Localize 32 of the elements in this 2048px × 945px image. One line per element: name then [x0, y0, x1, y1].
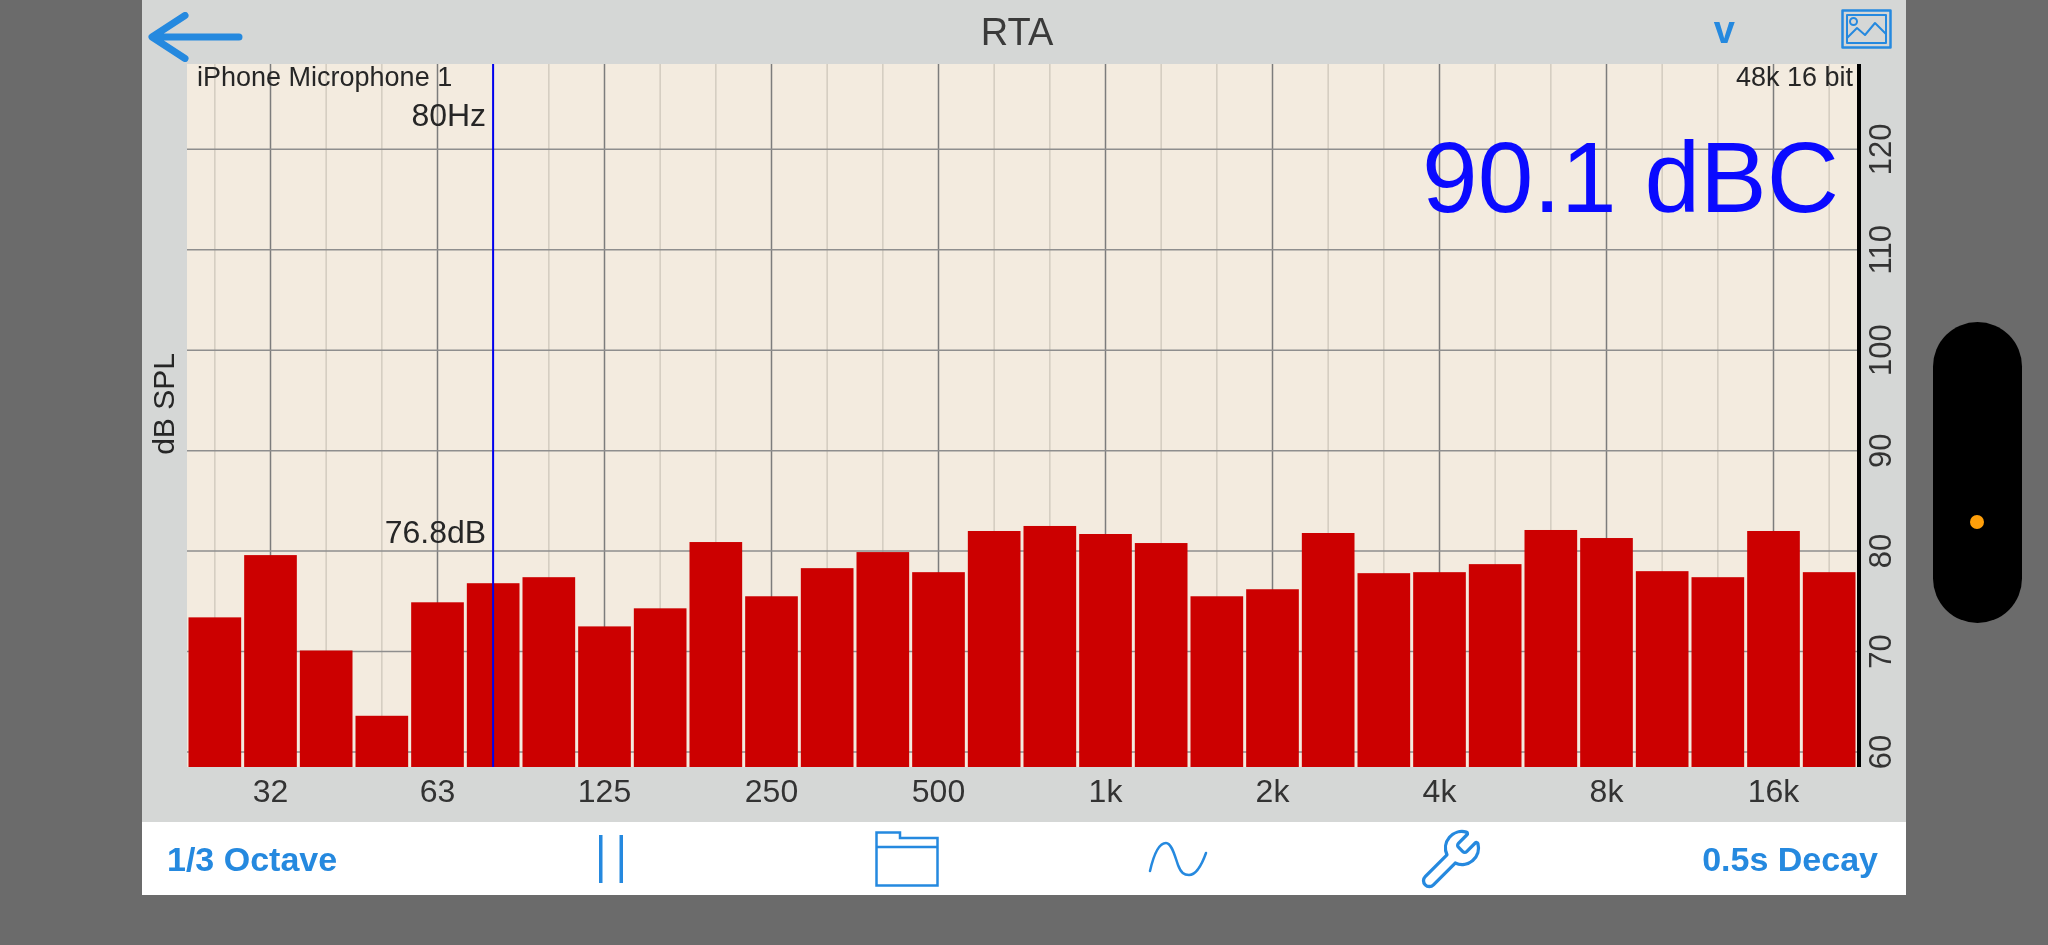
y-tick-label: 60 [1862, 734, 1898, 770]
x-tick-label: 63 [419, 773, 456, 809]
pause-icon [598, 834, 624, 883]
back-button[interactable] [147, 12, 243, 62]
x-tick-label: 4k [1422, 773, 1457, 809]
screen-title: RTA [980, 12, 1054, 51]
image-icon [1841, 8, 1892, 49]
y-tick-label: 80 [1862, 533, 1898, 569]
decay-button[interactable]: 0.5s Decay [1702, 841, 1878, 876]
x-tick-label: 16k [1747, 773, 1800, 809]
y-tick-label: 110 [1862, 225, 1898, 275]
x-tick-label: 8k [1589, 773, 1624, 809]
x-tick-label: 1k [1088, 773, 1123, 809]
x-tick-label: 500 [911, 773, 966, 809]
x-tick-label: 2k [1255, 773, 1290, 809]
back-arrow-icon [147, 12, 243, 62]
cursor-line[interactable] [492, 64, 495, 767]
dropdown-button[interactable]: v [1711, 10, 1737, 53]
y-axis-title: dB SPL [146, 353, 180, 455]
y-tick-label: 120 [1862, 123, 1898, 176]
x-tick-label: 32 [252, 773, 289, 809]
octave-band-button[interactable]: 1/3 Octave [167, 841, 338, 876]
spectrum-bar [355, 715, 409, 767]
y-tick-label: 90 [1862, 433, 1898, 468]
image-button[interactable] [1841, 8, 1892, 49]
y-tick-label: 70 [1862, 634, 1898, 669]
sine-wave-icon [1147, 840, 1208, 877]
x-tick-label: 125 [577, 773, 632, 809]
folder-icon [875, 830, 939, 887]
spl-reading: 90.1 dBC [1422, 121, 1839, 233]
y-tick-label: 100 [1862, 324, 1898, 377]
x-tick-label: 250 [744, 773, 799, 809]
